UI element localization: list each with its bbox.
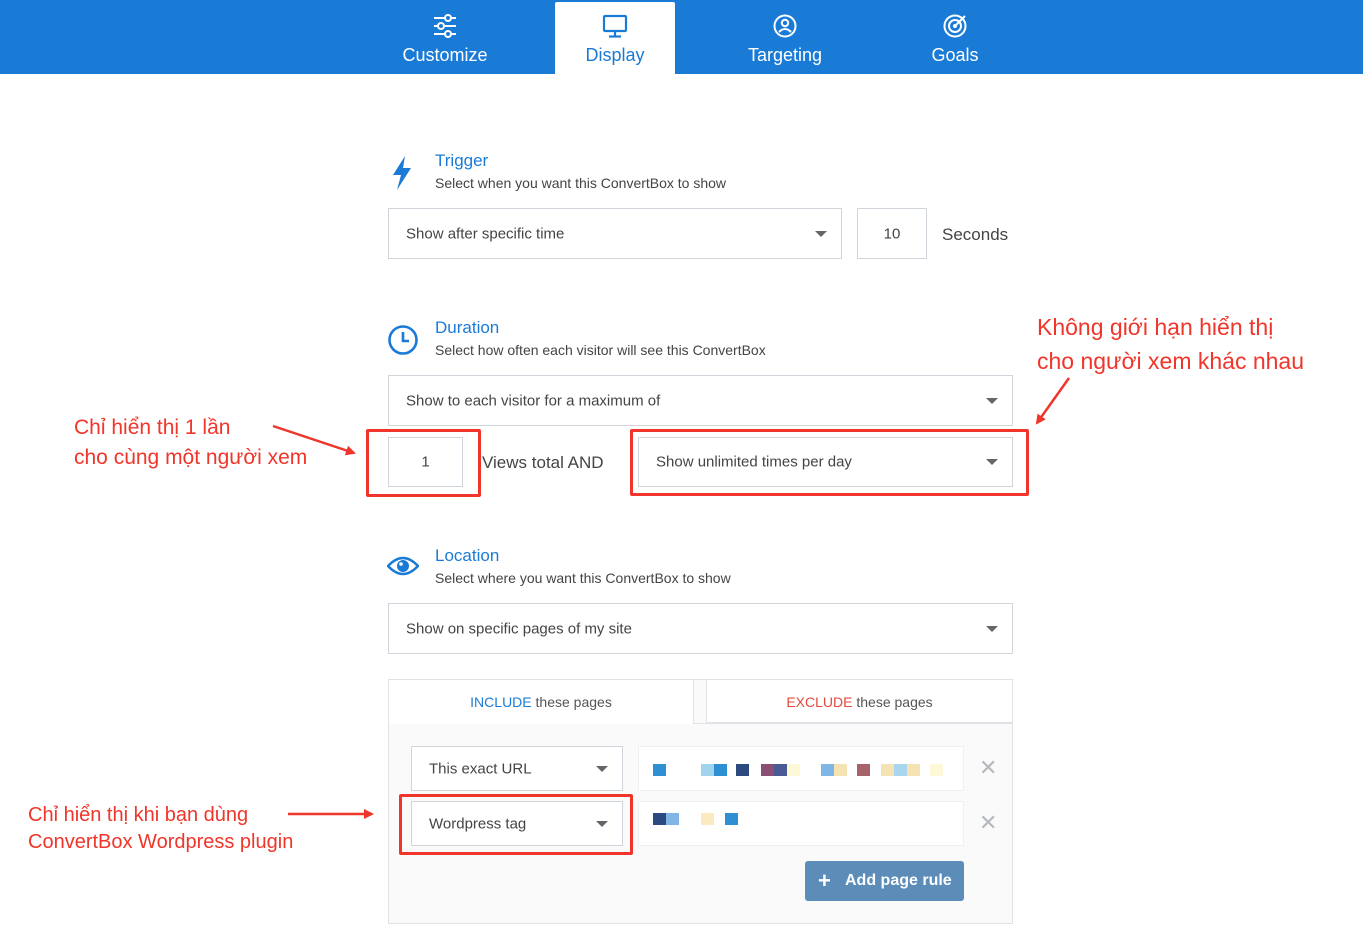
tab-label: Customize bbox=[402, 45, 488, 65]
rule-value-input[interactable] bbox=[638, 746, 964, 791]
annotation-once-line2: cho cùng một người xem bbox=[74, 446, 308, 469]
trigger-select[interactable]: Show after specific time bbox=[388, 208, 842, 259]
chevron-down-icon bbox=[596, 765, 608, 772]
redacted-pixel bbox=[857, 764, 870, 776]
monitor-icon bbox=[602, 14, 628, 38]
annotation-unlimited-line2: cho người xem khác nhau bbox=[1037, 348, 1305, 374]
redacted-pixel bbox=[930, 764, 943, 776]
annotation-once: Chỉ hiển thị 1 lần cho cùng một người xe… bbox=[74, 413, 307, 473]
annotation-plugin-line2: ConvertBox Wordpress plugin bbox=[28, 831, 294, 853]
location-select-value: Show on specific pages of my site bbox=[406, 620, 632, 637]
rule-value-input[interactable] bbox=[638, 801, 964, 846]
redacted-pixel bbox=[653, 764, 666, 776]
tab-divider bbox=[694, 723, 1013, 724]
redacted-pixel bbox=[787, 764, 800, 776]
redacted-pixel bbox=[701, 813, 714, 825]
close-icon[interactable]: ✕ bbox=[979, 810, 997, 836]
tab-label: Targeting bbox=[747, 45, 823, 65]
top-tab-bar: Customize Display Targeting Goals bbox=[0, 0, 1363, 74]
redacted-pixel bbox=[907, 764, 920, 776]
redacted-pixel bbox=[834, 764, 847, 776]
redacted-pixel bbox=[881, 764, 894, 776]
seconds-input[interactable]: 10 bbox=[857, 208, 927, 259]
duration-description: Select how often each visitor will see t… bbox=[435, 342, 766, 358]
tab-label: Goals bbox=[931, 45, 979, 65]
location-select[interactable]: Show on specific pages of my site bbox=[388, 603, 1013, 654]
tab-label: Display bbox=[585, 45, 645, 65]
target-icon bbox=[943, 14, 967, 38]
redacted-pixel bbox=[701, 764, 714, 776]
annotation-plugin: Chỉ hiển thị khi bạn dùng ConvertBox Wor… bbox=[28, 802, 293, 856]
redacted-pixel bbox=[774, 764, 787, 776]
tab-customize[interactable]: Customize bbox=[385, 0, 505, 74]
seconds-label: Seconds bbox=[942, 225, 1009, 244]
chevron-down-icon bbox=[815, 230, 827, 237]
views-total-label: Views total AND bbox=[482, 453, 604, 472]
duration-select[interactable]: Show to each visitor for a maximum of bbox=[388, 375, 1013, 426]
redacted-pixel bbox=[761, 764, 774, 776]
add-page-rule-label: Add page rule bbox=[845, 872, 952, 889]
redacted-pixel bbox=[653, 813, 666, 825]
sliders-icon bbox=[434, 14, 456, 38]
user-target-icon bbox=[773, 14, 797, 38]
lightning-icon bbox=[393, 156, 411, 190]
annotation-unlimited-line1: Không giới hạn hiển thị bbox=[1037, 314, 1274, 340]
close-icon[interactable]: ✕ bbox=[979, 755, 997, 781]
eye-icon bbox=[387, 556, 419, 576]
trigger-title: Trigger bbox=[435, 151, 489, 170]
redacted-pixel bbox=[736, 764, 749, 776]
chevron-down-icon bbox=[986, 625, 998, 632]
exclude-rest: these pages bbox=[852, 694, 933, 710]
redacted-pixel bbox=[714, 764, 727, 776]
duration-select-value: Show to each visitor for a maximum of bbox=[406, 392, 661, 409]
rule-type-select[interactable]: This exact URL bbox=[411, 746, 623, 791]
trigger-description: Select when you want this ConvertBox to … bbox=[435, 175, 727, 191]
seconds-input-value: 10 bbox=[883, 225, 901, 242]
location-description: Select where you want this ConvertBox to… bbox=[435, 570, 731, 586]
redacted-pixel bbox=[894, 764, 907, 776]
annotation-plugin-line1: Chỉ hiển thị khi bạn dùng bbox=[28, 804, 249, 826]
exclude-keyword: EXCLUDE bbox=[786, 694, 853, 710]
highlight-per-day-box bbox=[630, 429, 1029, 496]
plus-icon: + bbox=[818, 868, 831, 893]
highlight-wordpress-tag-box bbox=[399, 794, 633, 855]
redacted-pixel bbox=[666, 813, 679, 825]
annotation-once-line1: Chỉ hiển thị 1 lần bbox=[74, 416, 231, 439]
tab-include-pages[interactable]: INCLUDE these pages bbox=[389, 680, 694, 724]
clock-icon bbox=[388, 325, 418, 355]
tab-exclude-pages[interactable]: EXCLUDE these pages bbox=[706, 679, 1013, 723]
redacted-pixel bbox=[821, 764, 834, 776]
highlight-views-box bbox=[366, 429, 481, 497]
arrow-to-per-day bbox=[1035, 377, 1071, 425]
tab-targeting[interactable]: Targeting bbox=[725, 0, 845, 74]
chevron-down-icon bbox=[986, 397, 998, 404]
include-rest: these pages bbox=[531, 694, 612, 710]
redacted-pixel bbox=[725, 813, 738, 825]
duration-title: Duration bbox=[435, 318, 500, 337]
location-title: Location bbox=[435, 546, 500, 565]
rule-type-value: This exact URL bbox=[429, 760, 532, 777]
annotation-unlimited: Không giới hạn hiển thị cho người xem kh… bbox=[1037, 310, 1304, 378]
tab-goals[interactable]: Goals bbox=[895, 0, 1015, 74]
include-keyword: INCLUDE bbox=[470, 694, 532, 710]
add-page-rule-button[interactable]: + Add page rule bbox=[805, 861, 964, 901]
trigger-select-value: Show after specific time bbox=[406, 225, 565, 242]
tab-display[interactable]: Display bbox=[555, 2, 675, 74]
